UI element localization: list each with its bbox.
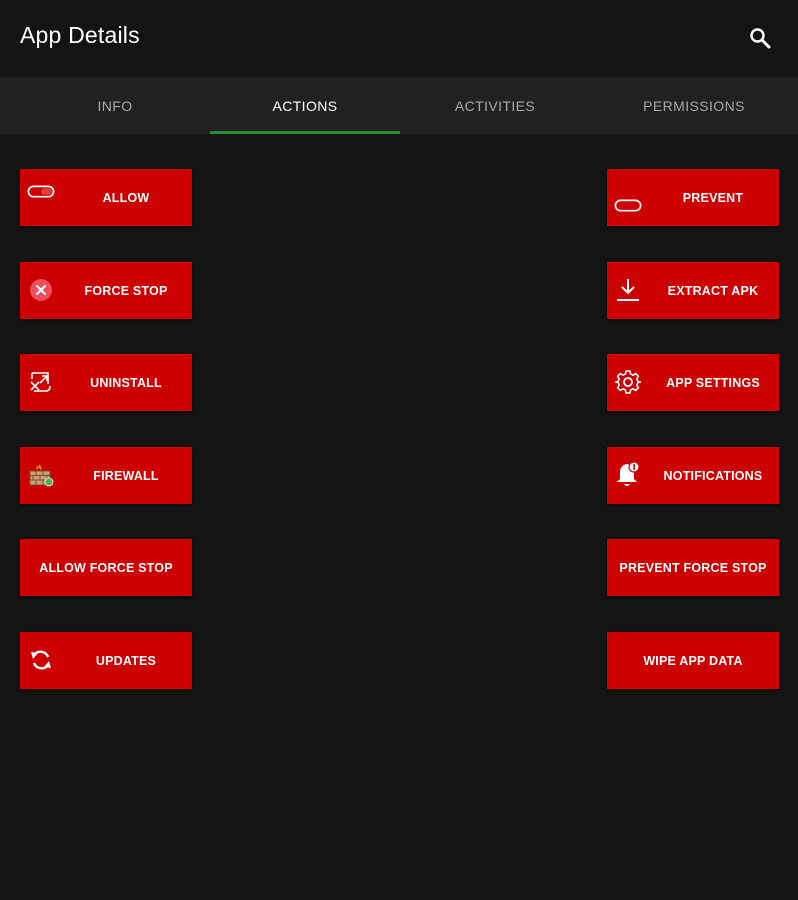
page-title: App Details bbox=[20, 22, 140, 48]
tab-bar: INFO ACTIONS ACTIVITIES PERMISSIONS bbox=[0, 77, 798, 134]
app-settings-label: APP SETTINGS bbox=[666, 375, 760, 390]
app-settings-button[interactable]: APP SETTINGS bbox=[607, 354, 779, 411]
allow-label: ALLOW bbox=[102, 190, 150, 205]
updates-label: UPDATES bbox=[95, 653, 157, 668]
updates-button[interactable]: UPDATES bbox=[20, 632, 192, 689]
uninstall-icon bbox=[27, 367, 55, 397]
tab-activities[interactable]: ACTIVITIES bbox=[400, 77, 590, 134]
app-details-screen: App Details INFO ACTIONS ACTIVITIES PERM… bbox=[0, 0, 798, 900]
search-button[interactable] bbox=[744, 22, 776, 54]
notifications-button[interactable]: NOTIFICATIONS bbox=[607, 447, 779, 504]
app-bar: App Details bbox=[0, 0, 798, 77]
extract-apk-button[interactable]: EXTRACT APK bbox=[607, 262, 779, 319]
download-icon bbox=[614, 275, 642, 305]
tab-info[interactable]: INFO bbox=[0, 77, 210, 134]
uninstall-button[interactable]: UNINSTALL bbox=[20, 354, 192, 411]
prevent-label: PREVENT bbox=[682, 191, 744, 205]
notifications-label: NOTIFICATIONS bbox=[663, 468, 763, 483]
uninstall-label: UNINSTALL bbox=[90, 375, 162, 390]
firewall-button[interactable]: FIREWALL bbox=[20, 447, 192, 504]
close-circle-icon bbox=[27, 275, 55, 305]
prevent-force-stop-label: PREVENT FORCE STOP bbox=[619, 560, 767, 575]
tab-actions[interactable]: ACTIONS bbox=[210, 77, 400, 134]
gear-icon bbox=[614, 367, 642, 397]
toggle-on-icon bbox=[27, 177, 55, 207]
tab-permissions[interactable]: PERMISSIONS bbox=[590, 77, 798, 134]
allow-force-stop-button[interactable]: ALLOW FORCE STOP bbox=[20, 539, 192, 596]
prevent-button[interactable]: PREVENT bbox=[607, 169, 779, 226]
bell-icon bbox=[614, 460, 642, 490]
refresh-icon bbox=[27, 645, 55, 675]
toggle-off-icon bbox=[614, 191, 642, 221]
firewall-icon bbox=[27, 460, 55, 490]
wipe-app-data-label: WIPE APP DATA bbox=[643, 653, 743, 668]
firewall-label: FIREWALL bbox=[93, 468, 159, 483]
wipe-app-data-button[interactable]: WIPE APP DATA bbox=[607, 632, 779, 689]
force-stop-label: FORCE STOP bbox=[84, 283, 168, 298]
force-stop-button[interactable]: FORCE STOP bbox=[20, 262, 192, 319]
extract-apk-label: EXTRACT APK bbox=[667, 283, 759, 298]
search-icon bbox=[750, 28, 771, 49]
prevent-force-stop-button[interactable]: PREVENT FORCE STOP bbox=[607, 539, 779, 596]
allow-button[interactable]: ALLOW bbox=[20, 169, 192, 226]
allow-force-stop-label: ALLOW FORCE STOP bbox=[39, 560, 173, 575]
